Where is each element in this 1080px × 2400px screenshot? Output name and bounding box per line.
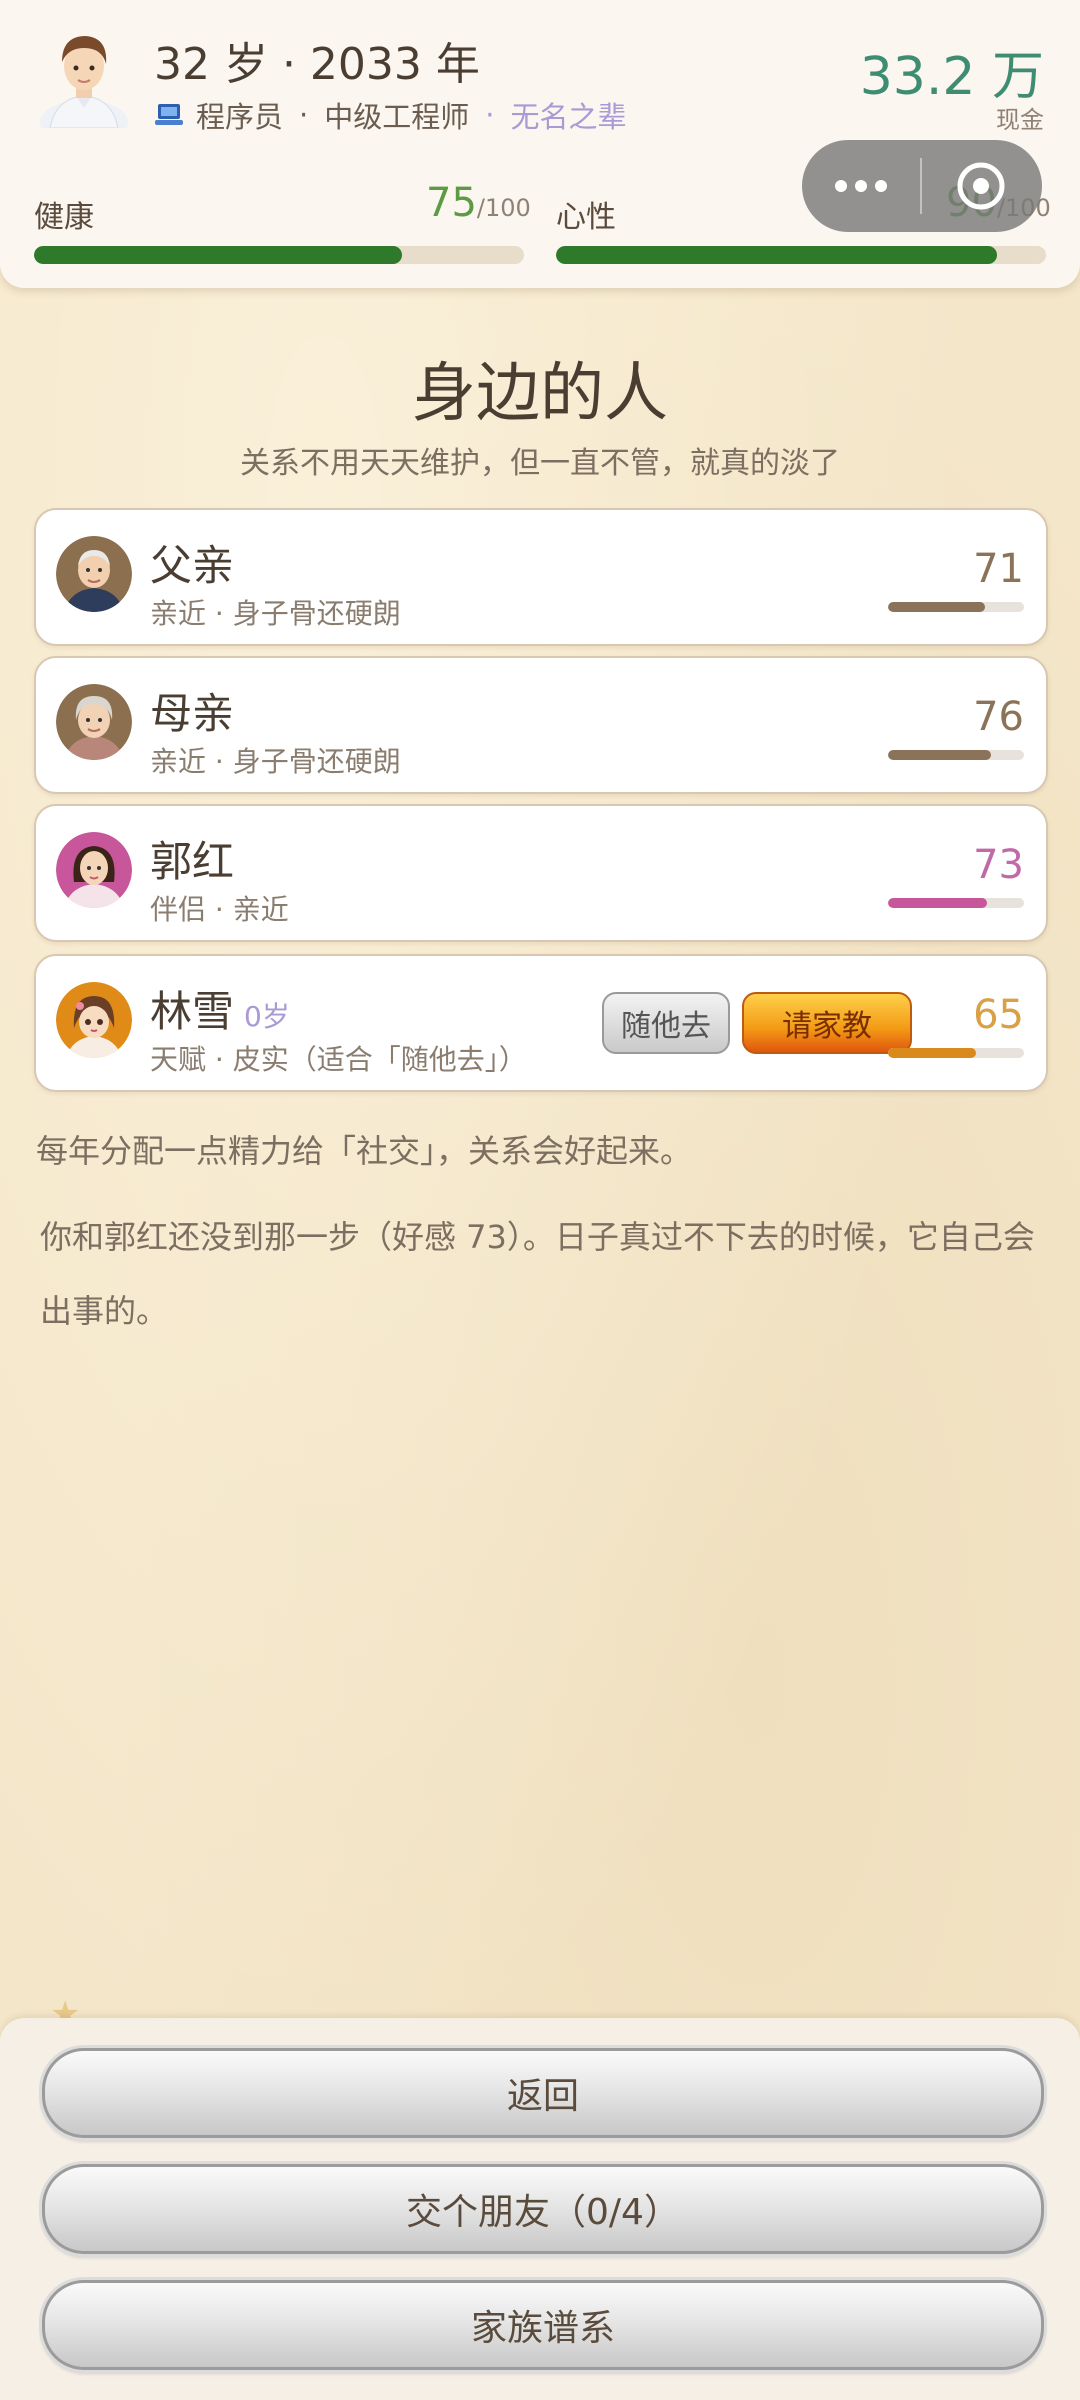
make-friend-button[interactable]: 交个朋友（0/4） (42, 2164, 1044, 2254)
target-icon[interactable] (922, 161, 1040, 211)
person-status: 亲近 · 身子骨还硬朗 (150, 597, 401, 630)
affinity-bar (888, 750, 1024, 760)
person-status: 亲近 · 身子骨还硬朗 (150, 745, 401, 778)
affinity-value: 76 (973, 694, 1024, 740)
person-card-partner[interactable]: 郭红 伴侣 · 亲近 73 (34, 804, 1048, 942)
relationship-note-text: 你和郭红还没到那一步（好感 73）。日子真过不下去的时候，它自己会出事的。 (40, 1218, 1035, 1330)
page-title: 身边的人 (412, 357, 668, 431)
status-header: 32 岁 · 2033 年 程序员 · 中级工程师 · 无名之辈 33.2 万 … (0, 0, 1080, 288)
hire-tutor-button[interactable]: 请家教 (742, 992, 912, 1054)
player-avatar[interactable] (36, 24, 132, 144)
job-line: 程序员 · 中级工程师 · 无名之辈 (154, 94, 626, 136)
separator-dot: · (299, 98, 309, 132)
elder-man-avatar-icon (56, 536, 132, 612)
person-name: 郭红 (150, 837, 235, 886)
cash-label: 现金 (996, 106, 1044, 134)
cash-value: 33.2 万 (859, 47, 1044, 107)
person-name: 父亲 (150, 541, 235, 590)
person-status: 天赋 · 皮实（适合「随他去」） (150, 1043, 527, 1076)
health-value: 75/100 (426, 180, 531, 226)
affinity-bar (888, 1048, 1024, 1058)
affinity-value: 73 (973, 842, 1024, 888)
laptop-icon (155, 104, 183, 125)
child-avatar-icon (56, 982, 132, 1058)
more-dots-icon[interactable] (802, 180, 920, 192)
affinity-value: 71 (973, 546, 1024, 592)
age-year-text: 32 岁 · 2033 年 (154, 39, 480, 90)
level-text: 中级工程师 (324, 100, 470, 134)
bottom-action-panel: 返回 交个朋友（0/4） 家族谱系 (0, 2018, 1080, 2400)
mood-bar (556, 246, 1046, 264)
person-card-father[interactable]: 父亲 亲近 · 身子骨还硬朗 71 (34, 508, 1048, 646)
person-card-child[interactable]: 林雪 0岁 天赋 · 皮实（适合「随他去」） 随他去 请家教 65 (34, 954, 1048, 1092)
person-status: 伴侣 · 亲近 (150, 893, 289, 926)
person-name: 林雪 0岁 (150, 987, 290, 1036)
health-bar (34, 246, 524, 264)
affinity-bar (888, 898, 1024, 908)
person-card-mother[interactable]: 母亲 亲近 · 身子骨还硬朗 76 (34, 656, 1048, 794)
let-it-be-button[interactable]: 随他去 (602, 992, 730, 1054)
mood-label: 心性 (556, 200, 616, 235)
woman-avatar-icon (56, 832, 132, 908)
elder-woman-avatar-icon (56, 684, 132, 760)
family-tree-button[interactable]: 家族谱系 (42, 2280, 1044, 2370)
back-button[interactable]: 返回 (42, 2048, 1044, 2138)
page-subtitle: 关系不用天天维护，但一直不管，就真的淡了 (240, 446, 840, 481)
separator-dot: · (485, 98, 495, 132)
social-tip-text: 每年分配一点精力给「社交」，关系会好起来。 (36, 1132, 693, 1170)
mini-program-capsule (802, 140, 1042, 232)
affinity-bar (888, 602, 1024, 612)
affinity-value: 65 (973, 992, 1024, 1038)
job-text: 程序员 (196, 100, 284, 134)
fame-title-text: 无名之辈 (510, 100, 627, 134)
health-label: 健康 (34, 200, 94, 235)
person-age: 0岁 (244, 1000, 290, 1033)
person-name: 母亲 (150, 689, 235, 738)
